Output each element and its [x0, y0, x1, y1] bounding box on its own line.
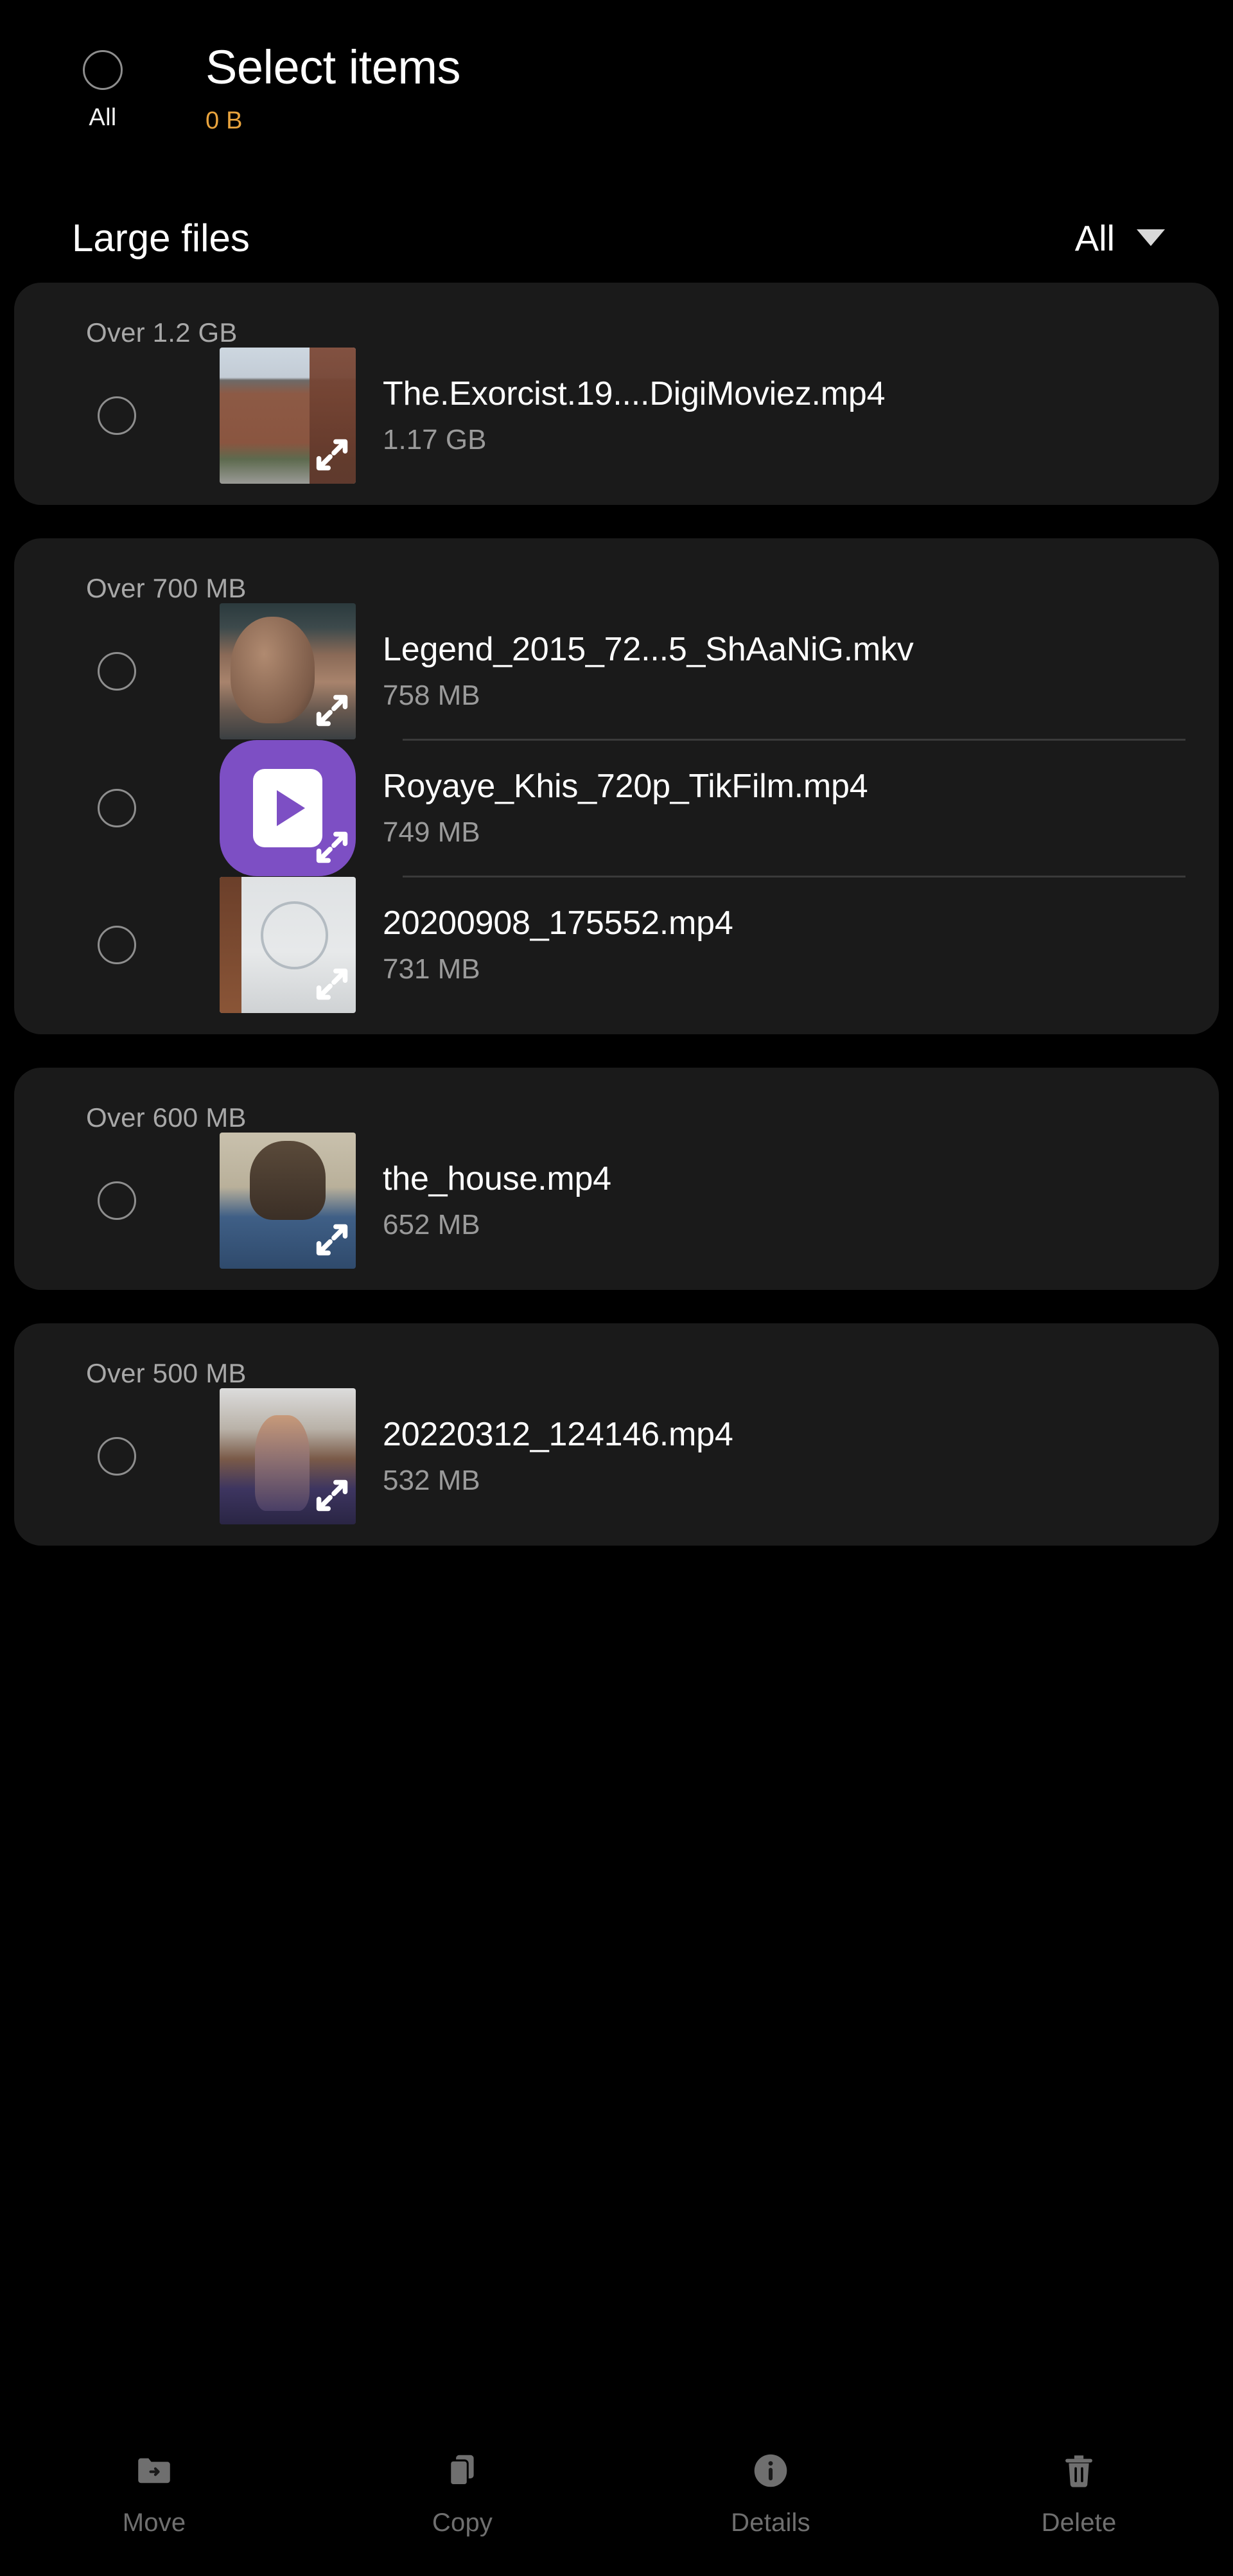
thumbnail-container[interactable] [220, 603, 356, 739]
delete-button[interactable]: Delete [925, 2449, 1233, 2537]
group-size-label: Over 1.2 GB [86, 317, 238, 348]
file-size: 652 MB [383, 1209, 480, 1241]
action-toolbar: Move Copy Details Delete [0, 2410, 1233, 2576]
file-group-card: Over 500 MB 20220312_124146.mp4 532 MB [14, 1323, 1219, 1546]
file-size: 731 MB [383, 953, 480, 985]
filter-selected-value: All [1074, 217, 1115, 258]
file-name: 20220312_124146.mp4 [383, 1415, 733, 1453]
info-circle-icon [754, 2454, 787, 2487]
radio-unchecked-icon[interactable] [98, 1437, 136, 1476]
file-group-card: Over 1.2 GB The.Exorcist.19....DigiMovie… [14, 283, 1219, 505]
file-manager-screen: All Select items 0 B Large files All Ove… [0, 0, 1233, 2576]
file-group-card: Over 600 MB the_house.mp4 652 MB [14, 1068, 1219, 1290]
file-meta: 20200908_175552.mp4 731 MB [356, 904, 733, 985]
select-all-control[interactable]: All [0, 31, 206, 132]
file-row[interactable]: 20200908_175552.mp4 731 MB [14, 877, 1219, 1013]
file-select-checkbox[interactable] [14, 1181, 220, 1220]
copy-label: Copy [432, 2508, 493, 2537]
file-thumbnail [220, 1133, 356, 1269]
header-text-block: Select items 0 B [206, 31, 461, 135]
play-sheet-icon [253, 769, 322, 847]
selected-size-badge: 0 B [206, 107, 243, 134]
filter-dropdown[interactable]: All [1075, 217, 1193, 259]
radio-unchecked-icon[interactable] [98, 789, 136, 827]
thumbnail-container[interactable] [220, 1388, 356, 1524]
radio-unchecked-icon[interactable] [98, 652, 136, 691]
file-select-checkbox[interactable] [14, 396, 220, 435]
file-name: Royaye_Khis_720p_TikFilm.mp4 [383, 767, 868, 805]
file-row[interactable]: Legend_2015_72...5_ShAaNiG.mkv 758 MB [14, 603, 1219, 739]
file-size: 758 MB [383, 680, 480, 712]
selection-header: All Select items 0 B [0, 0, 1233, 193]
select-all-label: All [89, 104, 117, 131]
file-row[interactable]: the_house.mp4 652 MB [14, 1133, 1219, 1269]
group-size-label: Over 700 MB [86, 573, 247, 603]
file-meta: the_house.mp4 652 MB [356, 1160, 611, 1241]
trash-can-icon [1065, 2455, 1092, 2487]
file-row[interactable]: The.Exorcist.19....DigiMoviez.mp4 1.17 G… [14, 348, 1219, 484]
thumbnail-container[interactable] [220, 877, 356, 1013]
file-thumbnail [220, 348, 356, 484]
copy-button[interactable]: Copy [308, 2449, 616, 2537]
file-meta: 20220312_124146.mp4 532 MB [356, 1416, 733, 1497]
file-name: the_house.mp4 [383, 1160, 611, 1197]
folder-arrow-icon [138, 2458, 170, 2483]
chevron-down-icon [1137, 229, 1165, 246]
file-row[interactable]: Royaye_Khis_720p_TikFilm.mp4 749 MB [14, 740, 1219, 876]
group-size-label: Over 500 MB [86, 1358, 247, 1388]
radio-unchecked-icon[interactable] [98, 1181, 136, 1220]
video-app-icon [220, 740, 356, 876]
copy-sheets-icon [449, 2455, 474, 2486]
radio-unchecked-icon[interactable] [98, 926, 136, 964]
large-files-filter-bar: Large files All [0, 193, 1233, 283]
play-triangle-icon [277, 790, 305, 826]
move-label: Move [122, 2508, 186, 2537]
file-size: 1.17 GB [383, 424, 487, 456]
file-name: Legend_2015_72...5_ShAaNiG.mkv [383, 630, 914, 668]
file-size: 532 MB [383, 1465, 480, 1497]
file-select-checkbox[interactable] [14, 1437, 220, 1476]
file-name: 20200908_175552.mp4 [383, 904, 733, 942]
select-all-radio[interactable] [83, 50, 123, 90]
file-thumbnail [220, 1388, 356, 1524]
file-row[interactable]: 20220312_124146.mp4 532 MB [14, 1388, 1219, 1524]
file-group-list: Over 1.2 GB The.Exorcist.19....DigiMovie… [0, 283, 1233, 1546]
file-name: The.Exorcist.19....DigiMoviez.mp4 [383, 375, 886, 412]
thumbnail-container[interactable] [220, 740, 356, 876]
details-label: Details [731, 2508, 810, 2537]
section-title: Large files [72, 216, 250, 260]
delete-label: Delete [1041, 2508, 1117, 2537]
file-select-checkbox[interactable] [14, 789, 220, 827]
file-meta: The.Exorcist.19....DigiMoviez.mp4 1.17 G… [356, 375, 886, 456]
thumbnail-container[interactable] [220, 348, 356, 484]
details-button[interactable]: Details [616, 2449, 925, 2537]
file-size: 749 MB [383, 816, 480, 849]
file-thumbnail [220, 603, 356, 739]
file-meta: Legend_2015_72...5_ShAaNiG.mkv 758 MB [356, 631, 914, 712]
file-meta: Royaye_Khis_720p_TikFilm.mp4 749 MB [356, 768, 868, 849]
thumbnail-container[interactable] [220, 1133, 356, 1269]
file-select-checkbox[interactable] [14, 652, 220, 691]
group-size-label: Over 600 MB [86, 1102, 247, 1133]
file-select-checkbox[interactable] [14, 926, 220, 964]
file-group-card: Over 700 MB Legend_2015_72...5_ShAaNiG.m… [14, 538, 1219, 1034]
move-button[interactable]: Move [0, 2449, 308, 2537]
radio-unchecked-icon[interactable] [98, 396, 136, 435]
file-thumbnail [220, 877, 356, 1013]
page-title: Select items [206, 40, 461, 94]
